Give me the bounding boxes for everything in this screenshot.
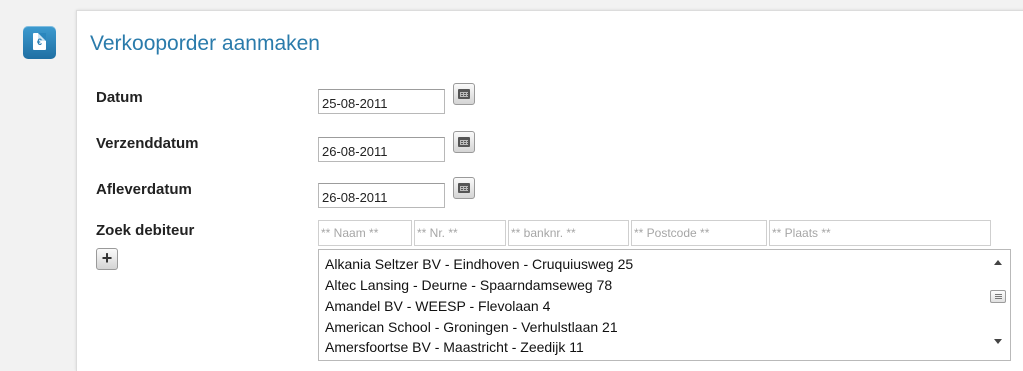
- list-item[interactable]: American School - Groningen - Verhulstla…: [325, 319, 618, 335]
- plus-icon: +: [101, 248, 113, 268]
- add-debtor-button[interactable]: +: [96, 248, 118, 270]
- verzenddatum-calendar-button[interactable]: [453, 131, 475, 153]
- scroll-down-icon[interactable]: [994, 339, 1002, 344]
- datum-calendar-button[interactable]: [453, 83, 475, 105]
- list-item[interactable]: Alkania Seltzer BV - Eindhoven - Cruquiu…: [325, 256, 633, 272]
- calendar-icon: [458, 137, 470, 147]
- euro-document-icon: €: [23, 26, 56, 59]
- datum-label: Datum: [96, 89, 143, 106]
- filter-banknr-input[interactable]: [508, 220, 629, 246]
- debtor-results-list[interactable]: Alkania Seltzer BV - Eindhoven - Cruquiu…: [318, 249, 1011, 361]
- datum-input[interactable]: [318, 89, 445, 114]
- filter-postcode-input[interactable]: [631, 220, 767, 246]
- verzenddatum-label: Verzenddatum: [96, 135, 199, 152]
- scrollbar-thumb[interactable]: [990, 290, 1006, 303]
- calendar-icon: [458, 89, 470, 99]
- list-item[interactable]: Amandel BV - WEESP - Flevolaan 4: [325, 298, 550, 314]
- zoek-debiteur-label: Zoek debiteur: [96, 222, 195, 239]
- filter-naam-input[interactable]: [318, 220, 412, 246]
- afleverdatum-input[interactable]: [318, 183, 445, 208]
- filter-plaats-input[interactable]: [769, 220, 991, 246]
- filter-nr-input[interactable]: [414, 220, 506, 246]
- afleverdatum-calendar-button[interactable]: [453, 177, 475, 199]
- afleverdatum-label: Afleverdatum: [96, 181, 192, 198]
- list-item[interactable]: Altec Lansing - Deurne - Spaarndamseweg …: [325, 277, 612, 293]
- list-item[interactable]: Amersfoortse BV - Maastricht - Zeedijk 1…: [325, 339, 584, 355]
- calendar-icon: [458, 183, 470, 193]
- verzenddatum-input[interactable]: [318, 137, 445, 162]
- page-title: Verkooporder aanmaken: [90, 32, 320, 55]
- scroll-up-icon[interactable]: [994, 260, 1002, 265]
